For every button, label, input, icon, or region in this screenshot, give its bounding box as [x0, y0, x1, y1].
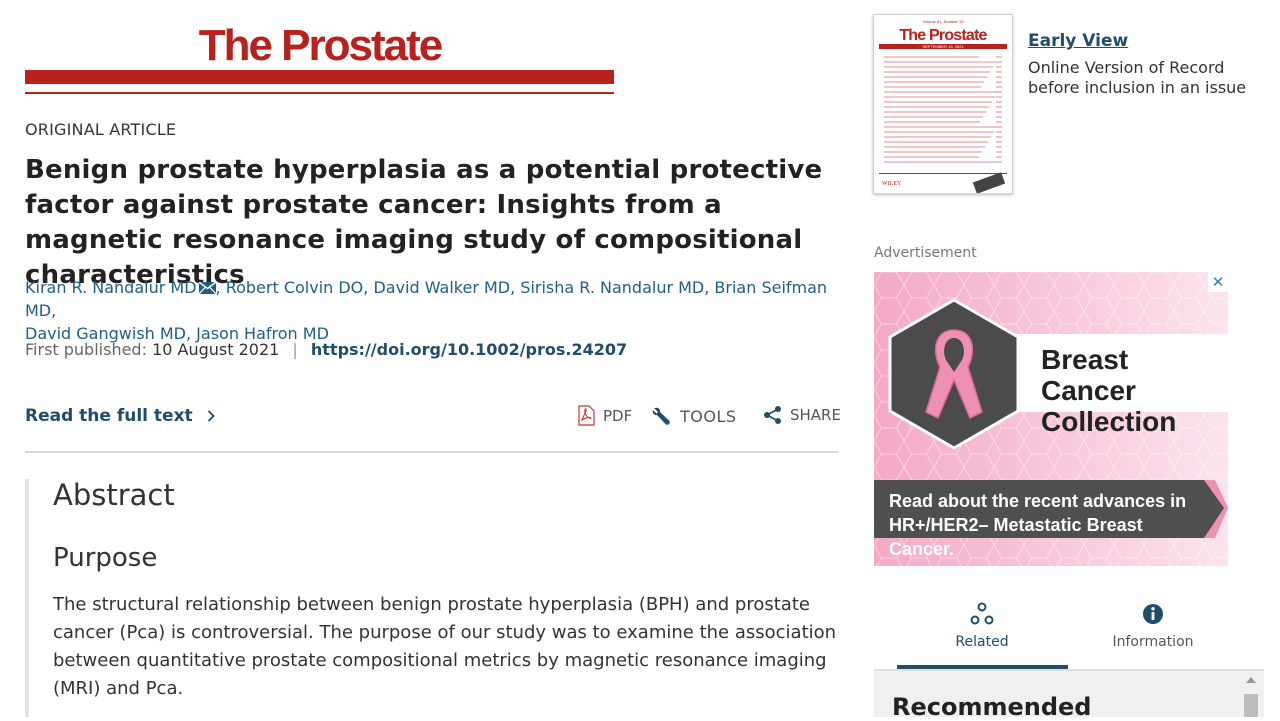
share-button[interactable]: SHARE — [763, 405, 841, 425]
early-view-description: Online Version of Record before inclusio… — [1028, 58, 1247, 97]
cover-image: Volume 81, Number 13 The Prostate SEPTEM… — [874, 15, 1012, 194]
journal-cover-thumbnail[interactable]: Volume 81, Number 13 The Prostate SEPTEM… — [873, 14, 1013, 194]
chevron-right-icon — [207, 410, 215, 422]
journal-banner-bar — [25, 70, 614, 84]
tools-button[interactable]: TOOLS — [650, 405, 737, 427]
cover-date-line: SEPTEMBER 15, 2021 — [922, 44, 964, 49]
early-view-link[interactable]: Early View — [1028, 31, 1128, 51]
abstract-left-border — [25, 479, 29, 717]
close-ad-icon[interactable]: ✕ — [1208, 272, 1228, 292]
share-label: SHARE — [790, 406, 841, 424]
scroll-thumb[interactable] — [1244, 694, 1258, 717]
purpose-heading: Purpose — [53, 543, 158, 573]
journal-banner-line — [25, 92, 614, 94]
pdf-icon — [578, 405, 595, 426]
article-title: Benign prostate hyperplasia as a potenti… — [25, 155, 823, 290]
pdf-label: PDF — [603, 406, 633, 425]
ad-subtext: Read about the recent advances in HR+/HE… — [889, 491, 1187, 559]
author-link[interactable]: David Walker MD — [373, 278, 510, 297]
mail-icon[interactable] — [198, 282, 216, 294]
panel-scrollbar[interactable] — [1242, 674, 1260, 717]
cover-issue-line: Volume 81, Number 13 — [923, 19, 965, 24]
scroll-up-arrow-icon[interactable] — [1246, 677, 1256, 683]
author-link[interactable]: Robert Colvin DO — [226, 278, 364, 297]
related-icon — [970, 602, 994, 625]
tab-information[interactable]: Information — [1068, 602, 1238, 650]
author-link[interactable]: Kiran R. Nandalur MD — [25, 278, 197, 297]
abstract-paragraph: The structural relationship between beni… — [53, 594, 837, 699]
tab-information-label: Information — [1112, 634, 1194, 650]
advertisement-label: Advertisement — [874, 245, 977, 261]
author-link[interactable]: Sirisha R. Nandalur MD — [520, 278, 704, 297]
advertisement-banner[interactable]: ✕ Breast Cancer Collection Read about th… — [874, 272, 1228, 566]
cover-publisher: WILEY — [882, 181, 902, 187]
tab-related-label: Related — [955, 634, 1009, 650]
read-full-text-label: Read the full text — [25, 406, 193, 426]
doi-link[interactable]: https://doi.org/10.1002/pros.24207 — [311, 340, 627, 359]
info-icon — [1143, 604, 1163, 624]
cover-title: The Prostate — [899, 27, 987, 44]
author-list: Kiran R. Nandalur MD, Robert Colvin DO, … — [25, 278, 828, 343]
abstract-heading: Abstract — [53, 478, 175, 512]
read-full-text-link[interactable]: Read the full text — [25, 406, 215, 426]
wrench-icon — [652, 407, 670, 425]
pdf-button[interactable]: PDF — [578, 405, 632, 426]
separator: | — [292, 340, 298, 359]
article-type: ORIGINAL ARTICLE — [25, 120, 177, 139]
share-icon — [764, 406, 781, 424]
section-divider — [25, 451, 838, 453]
active-tab-indicator — [897, 665, 1068, 669]
first-published-date: 10 August 2021 — [152, 340, 280, 359]
journal-banner-title[interactable]: The Prostate — [186, 22, 454, 70]
first-published-label: First published: — [25, 340, 147, 359]
ad-headline: Breast Cancer Collection — [1041, 344, 1177, 437]
publication-info: First published: 10 August 2021 | https:… — [25, 340, 627, 359]
tab-related[interactable]: Related — [897, 602, 1067, 650]
tools-label: TOOLS — [680, 406, 737, 426]
